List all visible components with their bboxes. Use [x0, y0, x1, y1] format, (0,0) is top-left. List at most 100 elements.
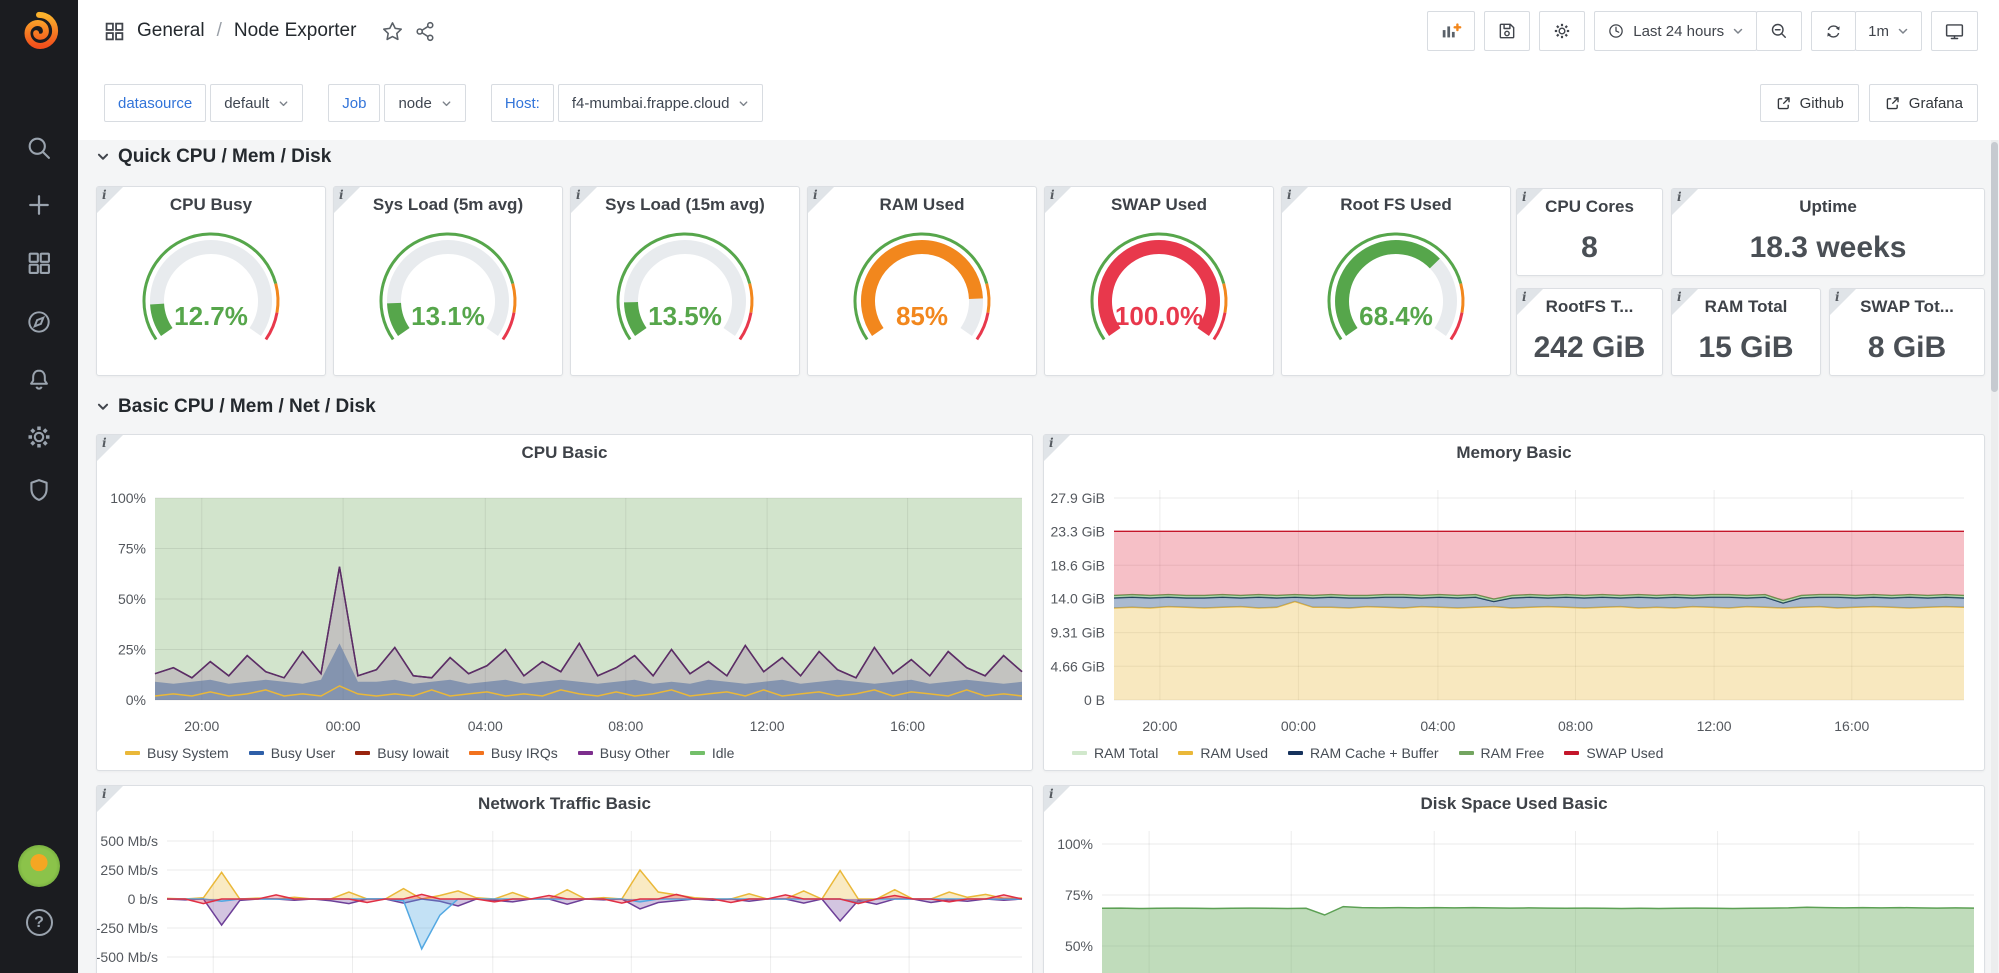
panel-info-icon[interactable]: i [1672, 189, 1698, 215]
panel-info-icon[interactable]: i [808, 187, 834, 213]
memory-basic-chart[interactable]: 27.9 GiB23.3 GiB18.6 GiB14.0 GiB9.31 GiB… [1044, 435, 1984, 770]
section-quick-cpu-mem-disk[interactable]: Quick CPU / Mem / Disk [96, 146, 331, 168]
alerting-bell-icon[interactable] [0, 366, 78, 394]
memory-basic-legend: RAM Total RAM Used RAM Cache + Buffer RAM F… [1072, 745, 1663, 761]
variable-value-text: f4-mumbai.frappe.cloud [572, 95, 730, 112]
panel-ram-total: i RAM Total 15 GiB [1671, 288, 1821, 376]
legend-swatch [469, 751, 484, 755]
svg-text:4.66 GiB: 4.66 GiB [1051, 658, 1105, 674]
save-button[interactable] [1484, 11, 1530, 51]
legend-item[interactable]: RAM Total [1072, 745, 1158, 761]
panel-title[interactable]: Uptime [1672, 197, 1984, 217]
create-icon[interactable] [0, 191, 78, 219]
scrollbar-thumb[interactable] [1991, 142, 1998, 392]
refresh-interval-label: 1m [1868, 23, 1889, 40]
panel-title[interactable]: Disk Space Used Basic [1044, 794, 1984, 814]
variable-value-datasource[interactable]: default [210, 84, 303, 122]
gauge-sys-load-5m: 13.1% [343, 219, 553, 369]
explore-compass-icon[interactable] [0, 308, 78, 336]
gauge-cpu-busy: 12.7% [106, 219, 316, 369]
legend-item[interactable]: RAM Cache + Buffer [1288, 745, 1439, 761]
panel-info-icon[interactable]: i [1830, 289, 1856, 315]
panel-info-icon[interactable]: i [97, 187, 123, 213]
panel-info-icon[interactable]: i [1282, 187, 1308, 213]
panel-title[interactable]: SWAP Used [1045, 195, 1273, 215]
panel-title[interactable]: CPU Busy [97, 195, 325, 215]
panel-info-icon[interactable]: i [1045, 187, 1071, 213]
gauge-ram-used: 85% [817, 219, 1027, 369]
svg-text:00:00: 00:00 [326, 718, 361, 734]
legend-item[interactable]: Busy System [125, 745, 229, 761]
legend-item[interactable]: SWAP Used [1564, 745, 1663, 761]
panel-title[interactable]: Sys Load (15m avg) [571, 195, 799, 215]
panel-info-icon[interactable]: i [1517, 289, 1543, 315]
add-panel-button[interactable] [1427, 11, 1475, 51]
search-icon[interactable] [0, 134, 78, 162]
panel-title[interactable]: Memory Basic [1044, 443, 1984, 463]
svg-text:00:00: 00:00 [1281, 718, 1316, 734]
legend-item[interactable]: RAM Used [1178, 745, 1268, 761]
panel-title[interactable]: Root FS Used [1282, 195, 1510, 215]
panel-info-icon[interactable]: i [334, 187, 360, 213]
panel-info-icon[interactable]: i [1672, 289, 1698, 315]
network-traffic-chart[interactable]: 500 Mb/s250 Mb/s0 b/s-250 Mb/s-500 Mb/s [97, 786, 1032, 973]
time-range-picker[interactable]: Last 24 hours [1594, 11, 1757, 51]
grafana-dashboard: ? General / Node Exporter [0, 0, 1999, 973]
svg-text:-500 Mb/s: -500 Mb/s [97, 949, 158, 965]
panel-title[interactable]: Sys Load (5m avg) [334, 195, 562, 215]
legend-item[interactable]: RAM Free [1459, 745, 1545, 761]
share-icon[interactable] [415, 21, 436, 42]
configuration-gear-icon[interactable] [0, 423, 78, 451]
panel-info-icon[interactable]: i [97, 435, 123, 461]
legend-item[interactable]: Busy Other [578, 745, 670, 761]
help-icon[interactable]: ? [0, 909, 78, 936]
svg-text:04:00: 04:00 [468, 718, 503, 734]
scrollbar[interactable] [1991, 140, 1998, 973]
legend-item[interactable]: Busy User [249, 745, 336, 761]
panel-title[interactable]: RAM Used [808, 195, 1036, 215]
svg-text:20:00: 20:00 [184, 718, 219, 734]
server-admin-shield-icon[interactable] [0, 476, 78, 504]
panel-title[interactable]: CPU Basic [97, 443, 1032, 463]
grafana-logo[interactable] [0, 8, 78, 54]
disk-space-chart[interactable]: 100%75%50% [1044, 786, 1984, 973]
stat-value: 15 GiB [1672, 331, 1820, 365]
dashboard-grid-icon[interactable] [104, 21, 125, 42]
grafana-link[interactable]: Grafana [1869, 84, 1978, 122]
legend-item[interactable]: Idle [690, 745, 735, 761]
panel-title[interactable]: Network Traffic Basic [97, 794, 1032, 814]
legend-swatch [1072, 751, 1087, 755]
dashboard-links: Github Grafana [1760, 84, 1978, 122]
variable-value-host[interactable]: f4-mumbai.frappe.cloud [558, 84, 764, 122]
variable-value-job[interactable]: node [384, 84, 465, 122]
kiosk-mode-button[interactable] [1931, 11, 1978, 51]
zoom-out-button[interactable] [1756, 11, 1802, 51]
stat-value: 18.3 weeks [1672, 231, 1984, 265]
svg-text:18.6 GiB: 18.6 GiB [1051, 557, 1105, 573]
variable-label-job: Job [328, 84, 380, 122]
legend-item[interactable]: Busy Iowait [355, 745, 449, 761]
legend-item[interactable]: Busy IRQs [469, 745, 558, 761]
breadcrumb-separator: / [217, 20, 222, 42]
panel-info-icon[interactable]: i [1044, 435, 1070, 461]
star-icon[interactable] [382, 21, 403, 42]
panel-info-icon[interactable]: i [1044, 786, 1070, 812]
svg-text:13.5%: 13.5% [648, 301, 722, 331]
github-link[interactable]: Github [1760, 84, 1859, 122]
section-basic-cpu-mem-net-disk[interactable]: Basic CPU / Mem / Net / Disk [96, 396, 376, 418]
svg-text:85%: 85% [896, 301, 948, 331]
breadcrumb-folder[interactable]: General [137, 20, 205, 42]
user-avatar[interactable] [0, 845, 78, 887]
dashboard-settings-button[interactable] [1539, 11, 1585, 51]
panel-info-icon[interactable]: i [1517, 189, 1543, 215]
panel-info-icon[interactable]: i [97, 786, 123, 812]
dashboards-icon[interactable] [0, 249, 78, 277]
breadcrumb-dashboard[interactable]: Node Exporter [234, 20, 357, 42]
svg-text:9.31 GiB: 9.31 GiB [1051, 625, 1105, 641]
cpu-basic-chart[interactable]: 100%75%50%25%0%20:0000:0004:0008:0012:00… [97, 435, 1032, 770]
refresh-interval-picker[interactable]: 1m [1855, 11, 1922, 51]
refresh-button[interactable] [1811, 11, 1856, 51]
panel-info-icon[interactable]: i [571, 187, 597, 213]
svg-text:12:00: 12:00 [750, 718, 785, 734]
stat-value: 242 GiB [1517, 331, 1662, 365]
